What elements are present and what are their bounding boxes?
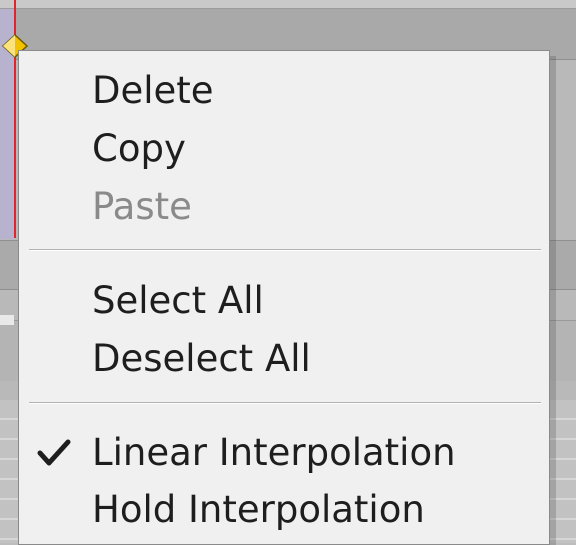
check-icon [37, 439, 71, 466]
menu-item-delete[interactable]: Delete [19, 63, 549, 119]
menu-item-deselect-all[interactable]: Deselect All [19, 331, 549, 387]
menu-item-label: Select All [92, 279, 264, 322]
track-edge [0, 315, 14, 325]
menu-item-select-all[interactable]: Select All [19, 273, 549, 329]
timeline-ruler [0, 0, 576, 9]
menu-item-label: Hold Interpolation [92, 488, 425, 531]
menu-item-copy[interactable]: Copy [19, 121, 549, 177]
context-menu: Delete Copy Paste Select All Deselect Al… [18, 50, 550, 545]
menu-item-hold-interpolation[interactable]: Hold Interpolation [19, 482, 549, 538]
menu-item-label: Paste [92, 185, 192, 228]
menu-separator [29, 249, 541, 251]
menu-item-label: Deselect All [92, 337, 311, 380]
menu-item-label: Linear Interpolation [92, 431, 456, 474]
menu-item-paste[interactable]: Paste [19, 179, 549, 235]
menu-item-label: Copy [92, 127, 186, 170]
menu-item-linear-interpolation[interactable]: Linear Interpolation [19, 425, 549, 481]
menu-item-label: Delete [92, 69, 214, 112]
menu-separator [29, 402, 541, 404]
